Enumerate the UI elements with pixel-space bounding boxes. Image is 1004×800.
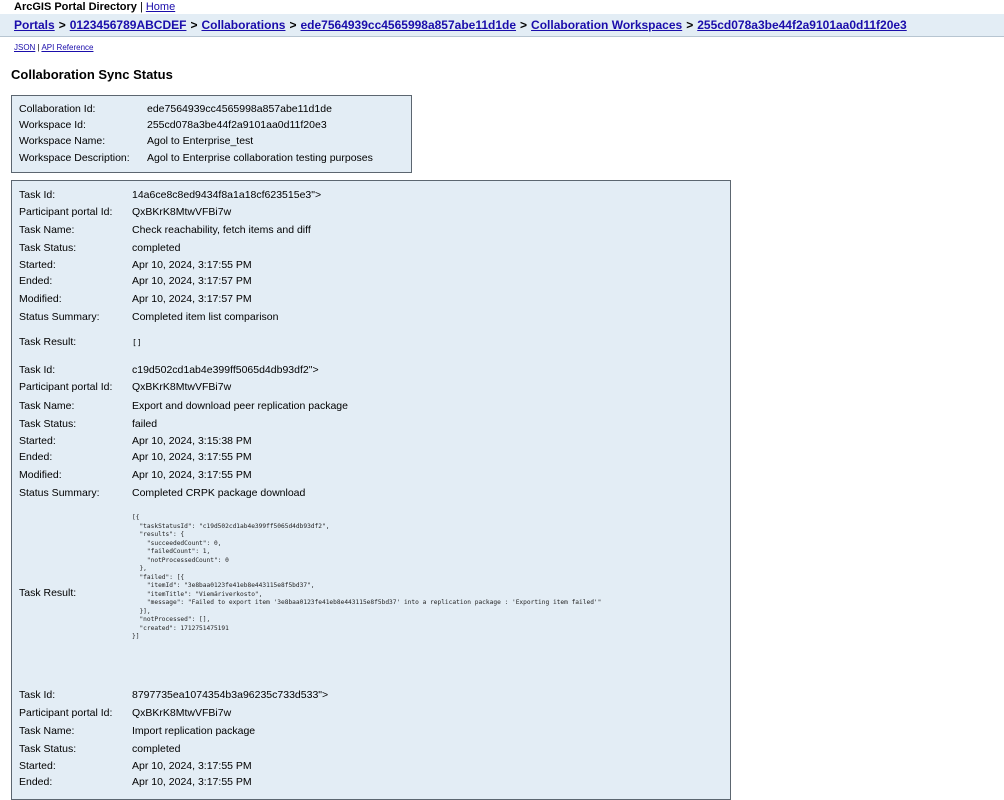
task-label: Task Id: — [19, 364, 56, 376]
breadcrumb-separator: > — [190, 18, 198, 32]
task-label: Task Name: — [19, 224, 75, 236]
task-label: Task Result: — [19, 587, 77, 599]
breadcrumb-separator: > — [289, 18, 297, 32]
started-value: Apr 10, 2024, 3:15:38 PM — [132, 435, 252, 447]
summary-value: ede7564939cc4565998a857abe11d1de — [147, 103, 332, 115]
task-label: Task Status: — [19, 242, 77, 254]
task-label: Participant portal Id: — [19, 206, 113, 218]
breadcrumb-workspace-id[interactable]: 255cd078a3be44f2a9101aa0d11f20e3 — [697, 18, 907, 32]
summary-value: 255cd078a3be44f2a9101aa0d11f20e3 — [147, 119, 327, 131]
home-link[interactable]: Home — [146, 1, 175, 13]
modified-value: Apr 10, 2024, 3:17:57 PM — [132, 293, 252, 305]
task-list-panel: Task Id: 14a6ce8c8ed9434f8a1a18cf623515e… — [11, 180, 731, 800]
summary-label: Workspace Id: — [19, 119, 86, 131]
task-status-value: completed — [132, 242, 181, 254]
task-label: Ended: — [19, 451, 53, 463]
task-label: Task Status: — [19, 743, 77, 755]
breadcrumb-collaboration-id[interactable]: ede7564939cc4565998a857abe11d1de — [301, 18, 517, 32]
participant-value: QxBKrK8MtwVFBi7w — [132, 381, 232, 393]
api-reference-link[interactable]: API Reference — [41, 43, 93, 52]
task-label: Status Summary: — [19, 487, 100, 499]
breadcrumb-separator: > — [686, 18, 694, 32]
task-label: Task Id: — [19, 189, 56, 201]
task-name-value: Export and download peer replication pac… — [132, 400, 348, 412]
breadcrumb-separator: > — [520, 18, 528, 32]
breadcrumb-collaborations[interactable]: Collaborations — [201, 18, 285, 32]
task-label: Started: — [19, 435, 56, 447]
collaboration-summary-panel: Collaboration Id: ede7564939cc4565998a85… — [11, 95, 412, 173]
page-title: Collaboration Sync Status — [11, 67, 173, 82]
summary-value: Agol to Enterprise_test — [147, 135, 254, 147]
modified-value: Apr 10, 2024, 3:17:55 PM — [132, 469, 252, 481]
status-summary-value: Completed item list comparison — [132, 311, 279, 323]
breadcrumb-workspaces[interactable]: Collaboration Workspaces — [531, 18, 682, 32]
participant-value: QxBKrK8MtwVFBi7w — [132, 707, 232, 719]
status-summary-value: Completed CRPK package download — [132, 487, 306, 499]
breadcrumb-portals[interactable]: Portals — [14, 18, 55, 32]
json-link[interactable]: JSON — [14, 43, 35, 52]
task-id-value: 14a6ce8c8ed9434f8a1a18cf623515e3"> — [132, 189, 322, 201]
task-label: Task Result: — [19, 336, 77, 348]
task-id-value: 8797735ea1074354b3a96235c733d533"> — [132, 689, 329, 701]
task-label: Task Id: — [19, 689, 56, 701]
links-separator: | — [37, 43, 40, 52]
task-label: Ended: — [19, 275, 53, 287]
task-label: Task Name: — [19, 725, 75, 737]
task-label: Participant portal Id: — [19, 707, 113, 719]
app-title-bar: ArcGIS Portal Directory | Home — [14, 1, 175, 13]
ended-value: Apr 10, 2024, 3:17:55 PM — [132, 776, 252, 788]
task-label: Modified: — [19, 293, 62, 305]
breadcrumb: Portals >0123456789ABCDEF > Collaborations >… — [0, 14, 1004, 37]
started-value: Apr 10, 2024, 3:17:55 PM — [132, 760, 252, 772]
format-links: JSON | API Reference — [14, 43, 93, 52]
task-label: Ended: — [19, 776, 53, 788]
task-label: Task Status: — [19, 418, 77, 430]
task-label: Modified: — [19, 469, 62, 481]
task-label: Participant portal Id: — [19, 381, 113, 393]
task-status-value: failed — [132, 418, 158, 430]
ended-value: Apr 10, 2024, 3:17:57 PM — [132, 275, 252, 287]
summary-value: Agol to Enterprise collaboration testing… — [147, 152, 373, 164]
participant-value: QxBKrK8MtwVFBi7w — [132, 206, 232, 218]
title-separator: | — [139, 1, 143, 13]
task-result-json: [{ "taskStatusId": "c19d502cd1ab4e399ff5… — [132, 514, 602, 640]
summary-label: Collaboration Id: — [19, 103, 96, 115]
task-result-value: [] — [132, 338, 142, 347]
started-value: Apr 10, 2024, 3:17:55 PM — [132, 259, 252, 271]
task-status-value: completed — [132, 743, 181, 755]
summary-label: Workspace Name: — [19, 135, 106, 147]
task-label: Status Summary: — [19, 311, 100, 323]
task-label: Started: — [19, 760, 56, 772]
task-name-value: Check reachability, fetch items and diff — [132, 224, 311, 236]
ended-value: Apr 10, 2024, 3:17:55 PM — [132, 451, 252, 463]
breadcrumb-separator: > — [58, 18, 66, 32]
task-label: Task Name: — [19, 400, 75, 412]
task-label: Started: — [19, 259, 56, 271]
app-title: ArcGIS Portal Directory — [14, 1, 137, 13]
breadcrumb-portal-id[interactable]: 0123456789ABCDEF — [70, 18, 187, 32]
task-name-value: Import replication package — [132, 725, 256, 737]
task-id-value: c19d502cd1ab4e399ff5065d4db93df2"> — [132, 364, 319, 376]
summary-label: Workspace Description: — [19, 152, 130, 164]
